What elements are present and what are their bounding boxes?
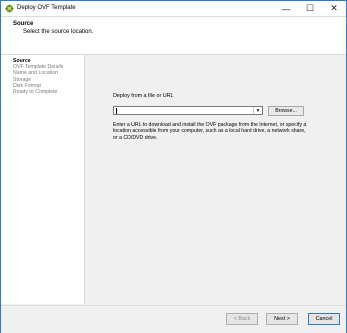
step-title: Source [13,21,34,27]
window-title: Deploy OVF Template [17,5,76,11]
vsphere-app-icon [5,4,14,13]
back-button[interactable]: < Back [226,313,258,325]
dropdown-arrow-icon[interactable]: ▼ [253,107,262,114]
wizard-header: Source Select the source location. [1,17,346,55]
steps-list: Source OVF Template Details Name and Loc… [1,55,84,95]
deploy-from-label: Deploy from a file or URL [113,93,174,99]
step-subtitle: Select the source location. [23,29,94,35]
close-icon: ✕ [330,3,338,13]
maximize-button[interactable]: ☐ [298,1,322,16]
wizard-footer: < Back Next > Cancel [1,305,346,333]
next-button[interactable]: Next > [266,313,298,325]
minimize-icon: — [281,3,291,14]
close-button[interactable]: ✕ [322,1,346,16]
source-help-text: Enter a URL to download and install the … [113,122,307,141]
maximize-icon: ☐ [305,3,315,13]
browse-button[interactable]: Browse... [268,106,304,116]
wizard-steps-sidebar: Source OVF Template Details Name and Loc… [1,55,85,304]
text-caret [116,108,117,114]
source-url-combobox[interactable]: ▼ [113,106,263,115]
step-ready-to-complete[interactable]: Ready to Complete [13,89,84,95]
cancel-button[interactable]: Cancel [308,313,340,325]
title-bar[interactable]: Deploy OVF Template — ☐ ✕ [1,1,346,17]
deploy-ovf-window: Deploy OVF Template — ☐ ✕ Source Select … [0,0,347,333]
source-panel: Deploy from a file or URL ▼ Browse... En… [85,55,346,304]
minimize-button[interactable]: — [274,1,298,16]
